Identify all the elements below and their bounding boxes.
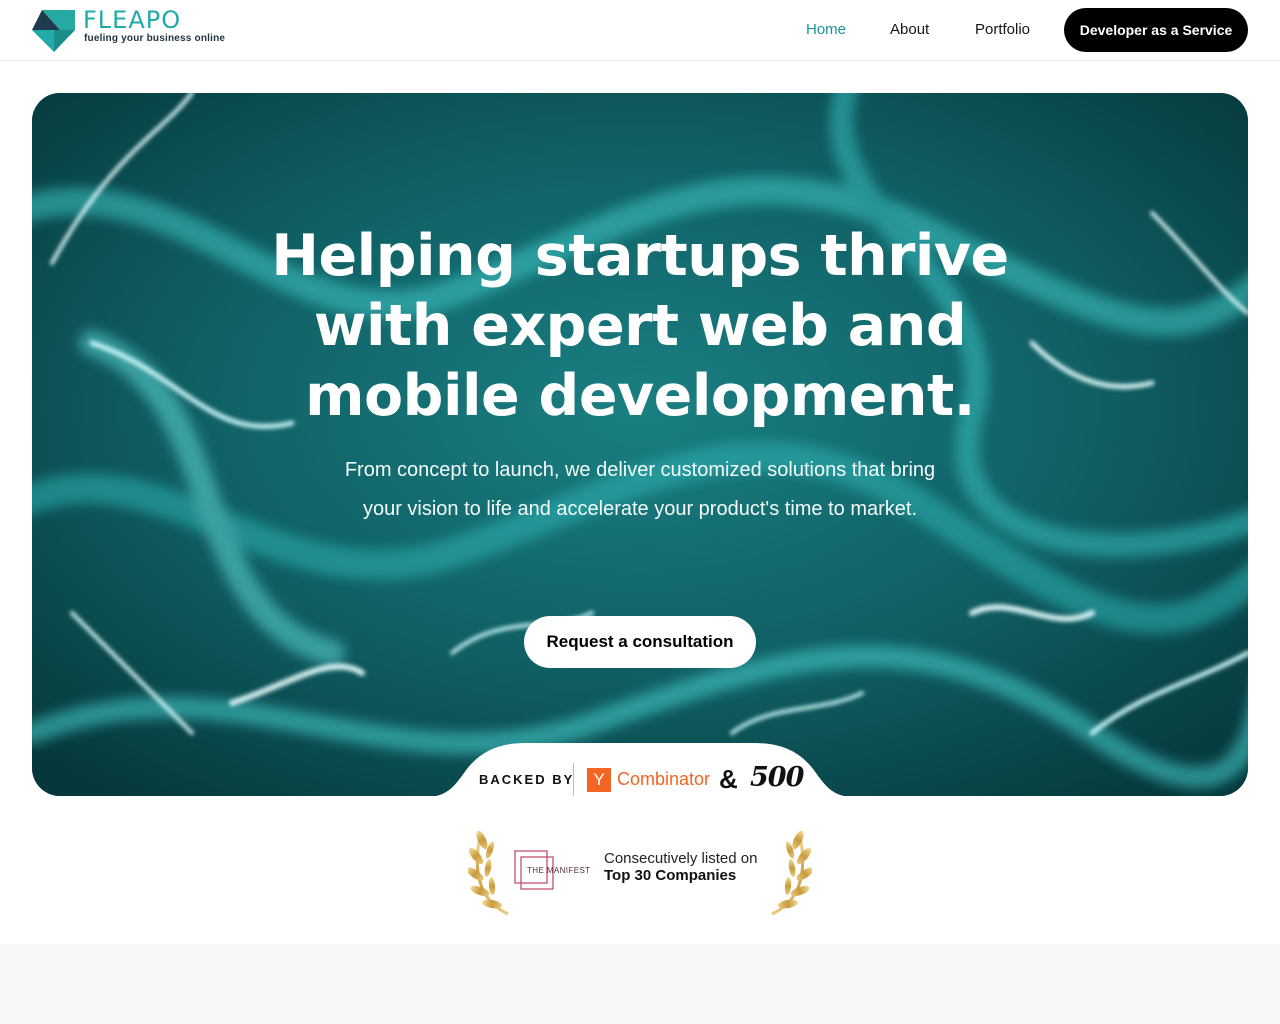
manifest-award-badge: THE MANIFEST Consecutively listed on Top… xyxy=(468,826,812,916)
ycombinator-logo-icon: Y xyxy=(587,768,611,792)
laurel-left-icon xyxy=(468,830,509,916)
hero-title: Helping startups thrive with expert web … xyxy=(271,223,1009,429)
fleapo-logo-icon xyxy=(32,10,75,52)
hero-background-image xyxy=(32,93,1248,796)
laurel-right-icon xyxy=(771,830,812,916)
next-section-band xyxy=(0,944,1280,1024)
request-consultation-button[interactable]: Request a consultation xyxy=(524,616,756,668)
nav-home[interactable]: Home xyxy=(806,21,846,38)
logo-tagline: fueling your business online xyxy=(84,33,226,44)
nav-portfolio[interactable]: Portfolio xyxy=(975,21,1030,38)
ampersand: & xyxy=(719,764,738,794)
hero-section: Helping startups thrive with expert web … xyxy=(32,93,1248,796)
ycombinator-wordmark: Combinator xyxy=(617,769,711,789)
500-logo: 500 xyxy=(750,762,804,793)
site-header: FLEAPO fueling your business online Home… xyxy=(0,0,1280,61)
award-line-1: Consecutively listed on xyxy=(604,850,758,867)
backed-by-divider xyxy=(573,763,574,796)
nav-about[interactable]: About xyxy=(890,21,929,38)
hero-subtitle: From concept to launch, we deliver custo… xyxy=(344,459,936,520)
logo-wordmark: FLEAPO xyxy=(83,6,182,34)
backed-by-label: BACKED BY xyxy=(479,772,575,787)
manifest-logo-text: THE MANIFEST xyxy=(527,866,591,875)
backed-by-bar: BACKED BY Y Combinator & 500 xyxy=(426,743,854,797)
award-line-2: Top 30 Companies xyxy=(604,867,737,884)
developer-as-a-service-button[interactable]: Developer as a Service xyxy=(1064,8,1248,52)
fleapo-logo[interactable]: FLEAPO fueling your business online xyxy=(32,6,226,54)
